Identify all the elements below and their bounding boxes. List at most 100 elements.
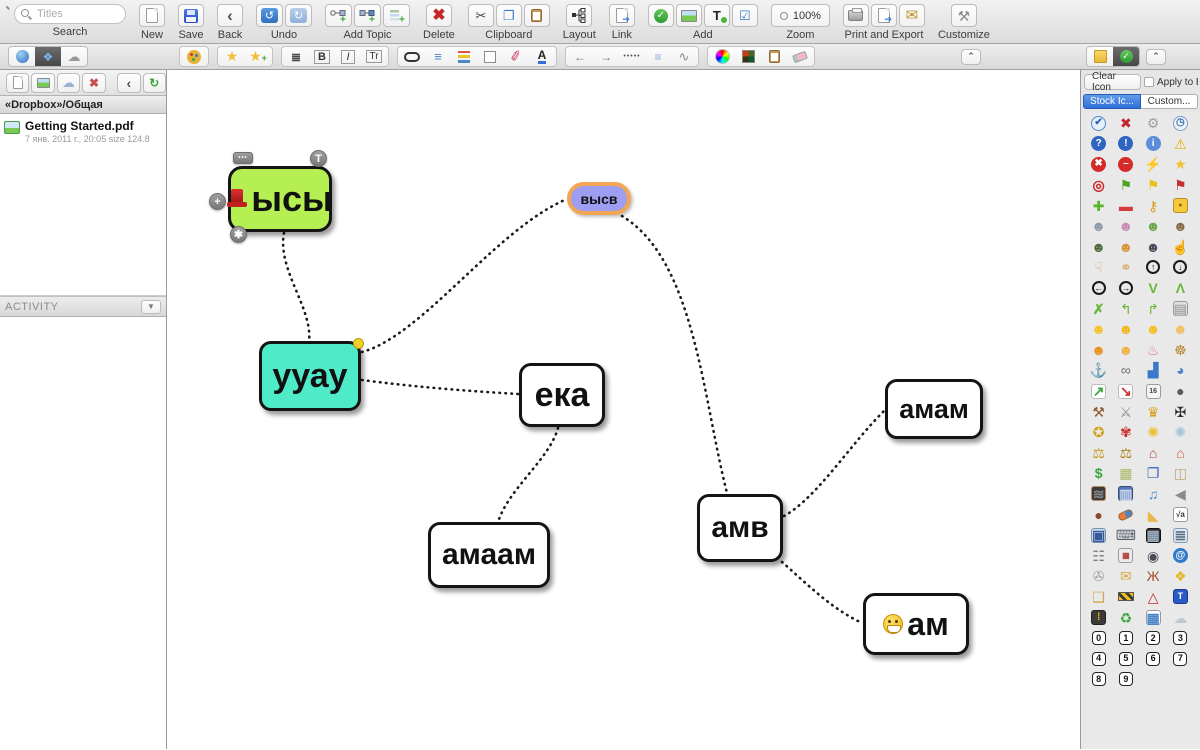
arrow-left-circle-icon[interactable]: ← [1085,278,1112,299]
sync-button[interactable]: ↻ [143,73,166,93]
wink-icon[interactable]: ☻ [1140,319,1167,340]
crown-icon[interactable]: ♛ [1140,401,1167,422]
key-icon[interactable]: ⚷ [1140,195,1167,216]
link-button[interactable] [609,4,635,27]
soldier-icon[interactable]: ☻ [1085,237,1112,258]
dead-end-icon[interactable]: T [1167,587,1194,608]
notes-panel-button[interactable] [1087,47,1113,66]
bar-chart-icon[interactable]: ▟ [1140,360,1167,381]
search-input[interactable] [14,4,126,24]
apply-to-branch-checkbox[interactable] [1144,77,1154,87]
list-item[interactable]: Getting Started.pdf 7 янв. 2011 г., 20:0… [0,114,166,149]
merge-arrows-icon[interactable]: Λ [1167,278,1194,299]
arrow-right-circle-icon[interactable]: → [1112,278,1139,299]
add-boundary-button[interactable]: ☑ [732,4,758,27]
pie-chart-icon[interactable]: ◕ [1167,360,1194,381]
undo-button[interactable]: ↺ [256,4,283,27]
scales-icon[interactable]: ⚖ [1085,443,1112,464]
chart-up-icon[interactable]: ↗ [1085,381,1112,402]
bulb-on-icon[interactable]: ✺ [1140,422,1167,443]
music-icon[interactable]: ♫ [1140,484,1167,505]
mobile-phone-icon[interactable]: ▦ [1112,545,1139,566]
mindmap-canvas[interactable]: ысы•••T+✱высвууауекаамаамамвамамам [167,70,1080,749]
bold-button[interactable]: B [310,48,334,65]
number-5-icon[interactable]: 5 [1112,648,1139,669]
anchor-icon[interactable]: ⚓ [1085,360,1112,381]
paperclip-icon[interactable]: ✇ [1085,566,1112,587]
exclamation-icon[interactable]: ! [1112,134,1139,155]
number-1-icon[interactable]: 1 [1112,628,1139,649]
clear-style-button[interactable] [788,48,812,65]
turn-right-icon[interactable]: ↱ [1140,298,1167,319]
question-icon[interactable]: ? [1085,134,1112,155]
number-9-icon[interactable]: 9 [1112,669,1139,690]
blackboard-icon[interactable]: ≋ [1085,484,1112,505]
cancel-icon[interactable]: ✖ [1085,154,1112,175]
node-border-button[interactable] [478,48,502,65]
activity-dropdown-button[interactable]: ▼ [141,300,161,314]
handshake-icon[interactable]: ⚭ [1112,257,1139,278]
flag-green-icon[interactable]: ⚑ [1112,175,1139,196]
highlight-button[interactable]: ✐ [504,48,528,65]
at-icon[interactable]: @ [1167,545,1194,566]
color-wheel-button[interactable] [710,48,734,65]
star-icon[interactable]: ★ [1167,154,1194,175]
rosette-icon[interactable]: ✾ [1112,422,1139,443]
puzzle-icon[interactable]: ❑ [1085,587,1112,608]
info-icon[interactable]: i [1140,134,1167,155]
surprised-icon[interactable]: ☻ [1167,319,1194,340]
add-child-badge[interactable]: + [209,193,226,210]
helm-icon[interactable]: ☸ [1167,340,1194,361]
set-square-icon[interactable]: ◣ [1140,504,1167,525]
recycle-icon[interactable]: ♻ [1112,607,1139,628]
star-badge[interactable]: ✱ [230,226,247,243]
node-vysv[interactable]: высв [567,182,631,215]
smiley-icon[interactable]: ☻ [1085,319,1112,340]
grin-icon[interactable]: ☻ [1112,319,1139,340]
node-stripe-button[interactable] [452,48,476,65]
font-color-button[interactable]: A [530,48,554,65]
text-align-button[interactable]: ≣ [284,48,308,65]
folder-back-button[interactable]: ‹ [117,73,140,93]
shield-icon[interactable]: ❖ [1167,566,1194,587]
traffic-light-icon[interactable]: ⁞ [1085,607,1112,628]
tab-stock-icons[interactable]: Stock Ic... [1083,94,1141,109]
cloud-icon[interactable]: ☁ [1167,607,1194,628]
node-am[interactable]: ам [863,593,969,655]
node-ysy[interactable]: ысы•••T+✱ [228,166,332,232]
thumbs-down-icon[interactable]: ☟ [1085,257,1112,278]
layout-button[interactable] [566,4,592,27]
books-icon[interactable]: ❐ [1140,463,1167,484]
binoculars-icon[interactable]: ∞ [1112,360,1139,381]
database-icon[interactable]: ☷ [1085,545,1112,566]
formula-icon[interactable]: √a [1167,504,1194,525]
split-arrows-icon[interactable]: V [1140,278,1167,299]
pill-icon[interactable] [1112,504,1139,525]
red-cross-icon[interactable]: ✖ [1112,113,1139,134]
add-image-button[interactable] [676,4,702,27]
tablet-icon[interactable]: ▦ [1140,525,1167,546]
angry-icon[interactable]: ☻ [1085,340,1112,361]
dropbox-button[interactable]: ❖ [35,47,61,66]
new-button[interactable] [139,4,165,27]
edge-end-arrow-button[interactable]: → [594,48,618,65]
brick-wall-icon[interactable]: ▤ [1167,298,1194,319]
thumbs-up-icon[interactable]: ☝ [1167,237,1194,258]
node-shape-button[interactable] [400,48,424,65]
clock-icon[interactable]: ◷ [1167,113,1194,134]
basket-icon[interactable]: ▦ [1112,463,1139,484]
axe-icon[interactable]: ⚒ [1085,401,1112,422]
node-amaam[interactable]: амаам [428,522,550,588]
open-book-icon[interactable]: ◫ [1167,463,1194,484]
speaker-icon[interactable]: ◀ [1167,484,1194,505]
cross-arrows-icon[interactable]: ✗ [1085,298,1112,319]
back-button[interactable]: ‹ [217,4,243,27]
check-icon[interactable]: ✔ [1085,113,1112,134]
palette-grid-button[interactable] [736,48,760,65]
people-icon[interactable]: ☻ [1140,216,1167,237]
add-topic-button[interactable]: + [325,4,352,27]
delete-button[interactable]: ✖ [426,4,452,27]
scales-tilted-icon[interactable]: ⚖ [1112,443,1139,464]
cloud-service-button[interactable]: ☁ [61,47,87,66]
italic-button[interactable]: I [336,48,360,65]
